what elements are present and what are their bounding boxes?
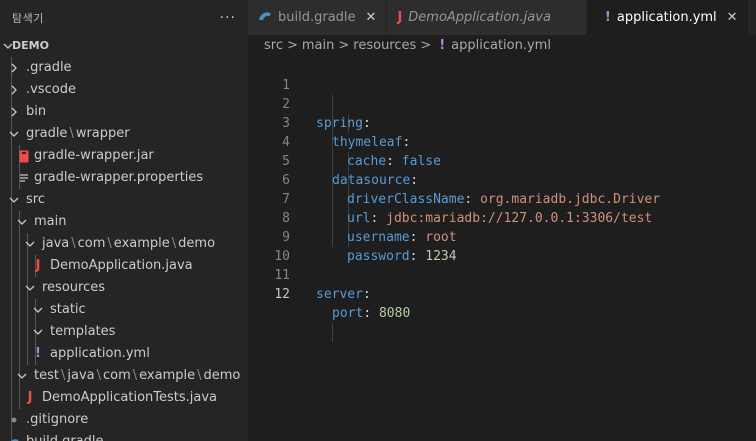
code-line: 6 driverClassName: org.mariadb.jdbc.Driv…: [248, 152, 756, 207]
more-actions-icon[interactable]: ···: [220, 10, 236, 26]
tree-file-build-gradle[interactable]: build.gradle: [0, 431, 248, 441]
tree-file-application-yml[interactable]: ! application.yml: [0, 343, 248, 365]
chevron-right-icon: [6, 101, 22, 123]
yaml-value: 8080: [378, 306, 411, 321]
tree-folder-java-main[interactable]: java \ com \ example \ demo: [0, 233, 248, 255]
tree-folder-bin[interactable]: bin: [0, 101, 248, 123]
tree-item-label: .gitignore: [26, 412, 89, 427]
tree-file-demo-application-tests-java[interactable]: J DemoApplicationTests.java: [0, 387, 248, 409]
tab-demo-application-java[interactable]: J DemoApplication.java: [387, 0, 587, 35]
code-editor[interactable]: 1 2 spring: 3 thymeleaf: 4 cache: false …: [248, 57, 756, 342]
breadcrumb-item[interactable]: resources: [353, 38, 416, 53]
tree-item-label: application.yml: [50, 346, 150, 361]
tree-item-label: bin: [26, 104, 47, 119]
explorer-title: 탐색기: [12, 11, 44, 25]
tree-item-label: resources: [42, 280, 106, 295]
vscode-window: 탐색기 ··· DEMO .gradle .vscode bin gradle …: [0, 0, 756, 441]
tree-file-demo-application-java[interactable]: J DemoApplication.java: [0, 255, 248, 277]
tree-item-label: build.gradle: [26, 431, 104, 441]
tree-folder-src[interactable]: src: [0, 189, 248, 211]
tree-folder-resources[interactable]: resources: [0, 277, 248, 299]
editor-area: build.gradle ✕ J DemoApplication.java ! …: [248, 0, 756, 441]
java-file-icon: J: [35, 258, 41, 273]
gradle-icon: [258, 10, 272, 26]
tree-root-demo[interactable]: DEMO: [0, 35, 248, 57]
tree-folder-vscode[interactable]: .vscode: [0, 79, 248, 101]
tree-item-label: .vscode: [26, 82, 76, 97]
chevron-down-icon: [30, 299, 46, 321]
tree-item-label: gradle-wrapper.properties: [34, 170, 204, 185]
code-line: 7 url: jdbc:mariadb://127.0.0.1:3306/tes…: [248, 171, 756, 226]
yaml-icon: !: [439, 38, 446, 53]
tree-item-label: gradle-wrapper.jar: [34, 148, 154, 163]
code-line: 5 datasource:: [248, 133, 756, 188]
tree-folder-main[interactable]: main: [0, 211, 248, 233]
git-file-icon: [6, 409, 22, 431]
tree-item-label: src: [26, 192, 45, 207]
tab-application-yml[interactable]: ! application.yml ✕: [586, 0, 749, 35]
chevron-down-icon: [6, 123, 22, 145]
breadcrumb-item[interactable]: application.yml: [451, 38, 551, 53]
java-file-icon: J: [27, 390, 33, 405]
tab-label: DemoApplication.java: [408, 10, 551, 25]
tree-folder-test[interactable]: test \ java \ com \ example \ demo: [0, 365, 248, 387]
code-line: 2 spring:: [248, 76, 756, 131]
tree-item-label: DemoApplication.java: [50, 258, 193, 273]
tab-build-gradle[interactable]: build.gradle ✕: [248, 0, 388, 35]
tree-item-label: DemoApplicationTests.java: [42, 390, 218, 405]
tree-item-label: .gradle: [26, 60, 72, 75]
tree-root-label: DEMO: [12, 39, 49, 52]
code-line: 12 port: 8080: [248, 266, 756, 321]
explorer-sidebar: 탐색기 ··· DEMO .gradle .vscode bin gradle …: [0, 0, 248, 441]
yaml-key: server: [316, 287, 363, 302]
tree-item-label: gradle \ wrapper: [26, 126, 130, 141]
code-line: 8 username: root: [248, 190, 756, 245]
breadcrumb-item[interactable]: src: [264, 38, 283, 53]
tree-file-gitignore[interactable]: .gitignore: [0, 409, 248, 431]
indent-guide: [332, 323, 333, 342]
jar-file-icon: [16, 145, 32, 167]
tree-item-label: static: [50, 302, 86, 317]
chevron-down-icon: [30, 321, 46, 343]
yaml-file-icon: !: [35, 346, 41, 361]
chevron-down-icon: [22, 277, 38, 299]
yaml-icon: !: [604, 10, 611, 25]
close-icon[interactable]: ✕: [366, 10, 377, 25]
chevron-down-icon: [22, 233, 38, 255]
code-line: 4 cache: false: [248, 114, 756, 169]
gradle-file-icon: [6, 431, 22, 441]
tree-folder-gradle-wrapper[interactable]: gradle \ wrapper: [0, 123, 248, 145]
code-line: 1: [248, 57, 756, 93]
chevron-down-icon: [14, 211, 30, 233]
file-tree: DEMO .gradle .vscode bin gradle \ wrappe…: [0, 35, 248, 441]
close-icon[interactable]: ✕: [727, 10, 738, 25]
line-number: 12: [274, 287, 290, 302]
code-line: 3 thymeleaf:: [248, 95, 756, 150]
tree-folder-static[interactable]: static: [0, 299, 248, 321]
tree-file-gradle-wrapper-jar[interactable]: gradle-wrapper.jar: [0, 145, 248, 167]
chevron-right-icon: [6, 57, 22, 79]
chevron-down-icon: [6, 189, 22, 211]
tree-item-label: test \ java \ com \ example \ demo: [34, 368, 241, 383]
tab-label: application.yml: [616, 10, 717, 25]
tree-item-label: main: [34, 214, 67, 229]
tree-file-gradle-wrapper-properties[interactable]: gradle-wrapper.properties: [0, 167, 248, 189]
properties-file-icon: [16, 167, 32, 189]
chevron-right-icon: [6, 79, 22, 101]
editor-tabbar: build.gradle ✕ J DemoApplication.java ! …: [248, 0, 756, 35]
yaml-key: port: [332, 306, 364, 321]
tree-folder-gradle-cache[interactable]: .gradle: [0, 57, 248, 79]
code-line: 10: [248, 228, 756, 264]
code-line: 9 password: 1234: [248, 209, 756, 264]
chevron-down-icon: [14, 365, 30, 387]
breadcrumb: src > main > resources >! application.yml: [264, 38, 551, 53]
tree-folder-templates[interactable]: templates: [0, 321, 248, 343]
tree-item-label: templates: [50, 324, 116, 339]
code-line: 11 server:: [248, 247, 756, 302]
java-icon: J: [397, 10, 403, 25]
explorer-header: 탐색기 ···: [0, 0, 248, 35]
tree-item-label: java \ com \ example \ demo: [42, 236, 216, 251]
tab-label: build.gradle: [278, 10, 356, 25]
breadcrumb-item[interactable]: main: [302, 38, 334, 53]
